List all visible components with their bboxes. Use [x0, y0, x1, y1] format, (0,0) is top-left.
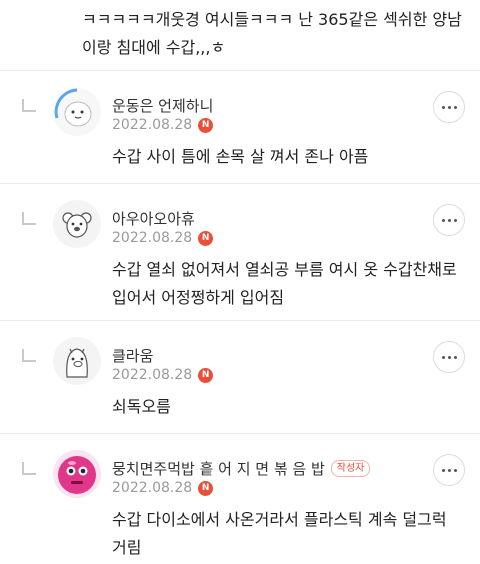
comment-date: 2022.08.28: [112, 480, 193, 496]
avatar[interactable]: [53, 450, 101, 498]
reply-comment-text: 수갑 사이 틈에 손목 살 껴서 존나 아픔: [112, 147, 369, 166]
round-blob-character-icon: [54, 88, 100, 135]
more-dot-icon: [453, 218, 457, 222]
more-dot-icon: [447, 105, 451, 109]
more-options-button[interactable]: [433, 91, 465, 123]
pig-character-icon: [54, 338, 100, 384]
more-dot-icon: [453, 355, 457, 359]
comment-date: 2022.08.28: [112, 367, 193, 383]
reply-item: 운동은 언제하니 2022.08.28 N 수갑 사이 틈에 손목 살 껴서 존…: [0, 70, 480, 183]
more-dot-icon: [453, 468, 457, 472]
more-dot-icon: [441, 105, 445, 109]
more-dot-icon: [447, 355, 451, 359]
date-row: 2022.08.28 N: [112, 117, 214, 133]
avatar[interactable]: [53, 337, 101, 385]
more-dot-icon: [447, 468, 451, 472]
date-row: 2022.08.28 N: [112, 480, 214, 496]
nickname[interactable]: 아우아오아휴: [112, 208, 195, 229]
reply-item: 아우아오아휴 2022.08.28 N 수갑 열쇠 없어져서 열쇠공 부름 여시…: [0, 183, 480, 320]
new-badge: N: [198, 230, 214, 246]
new-badge: N: [198, 480, 214, 496]
nickname[interactable]: 뭉치면주먹밥 흩 어 지 면 볶 음 밥 작성자: [112, 458, 371, 479]
more-options-button[interactable]: [433, 454, 465, 486]
new-badge: N: [198, 117, 214, 133]
reply-comment-text: 수갑 다이소에서 사온거라서 플라스틱 계속 덜그럭거림: [112, 510, 447, 557]
reply-item: 뭉치면주먹밥 흩 어 지 면 볶 음 밥 작성자 2022.08.28 N 수갑…: [0, 433, 480, 564]
more-dot-icon: [447, 218, 451, 222]
parent-comment-text: ㅋㅋㅋㅋㅋ개웃경 여시들ㅋㅋㅋ 난 365같은 섹쉬한 양남이랑 침대에 수갑,…: [82, 10, 462, 57]
avatar[interactable]: [53, 88, 101, 136]
reply-arrow-icon: [22, 349, 36, 362]
reply-arrow-icon: [22, 462, 36, 475]
reply-comment-text: 수갑 열쇠 없어져서 열쇠공 부름 여시 옷 수갑찬채로 입어서 어정쩡하게 입…: [112, 260, 457, 307]
avatar[interactable]: [53, 200, 101, 248]
reply-item: 클라움 2022.08.28 N 쇠독오름: [0, 320, 480, 433]
more-options-button[interactable]: [433, 204, 465, 236]
date-row: 2022.08.28 N: [112, 230, 214, 246]
reply-arrow-icon: [22, 212, 36, 225]
more-dot-icon: [441, 468, 445, 472]
comment-date: 2022.08.28: [112, 230, 193, 246]
reply-arrow-icon: [22, 99, 36, 112]
date-row: 2022.08.28 N: [112, 367, 214, 383]
nickname[interactable]: 운동은 언제하니: [112, 95, 213, 116]
comment-date: 2022.08.28: [112, 117, 193, 133]
more-options-button[interactable]: [433, 341, 465, 373]
new-badge: N: [198, 367, 214, 383]
reply-comment-text: 쇠독오름: [112, 397, 171, 416]
pink-ball-character-icon: [54, 451, 100, 497]
more-dot-icon: [441, 218, 445, 222]
more-dot-icon: [441, 355, 445, 359]
koala-character-icon: [54, 201, 100, 247]
nickname[interactable]: 클라움: [112, 345, 153, 366]
author-badge: 작성자: [330, 460, 371, 477]
more-dot-icon: [453, 105, 457, 109]
